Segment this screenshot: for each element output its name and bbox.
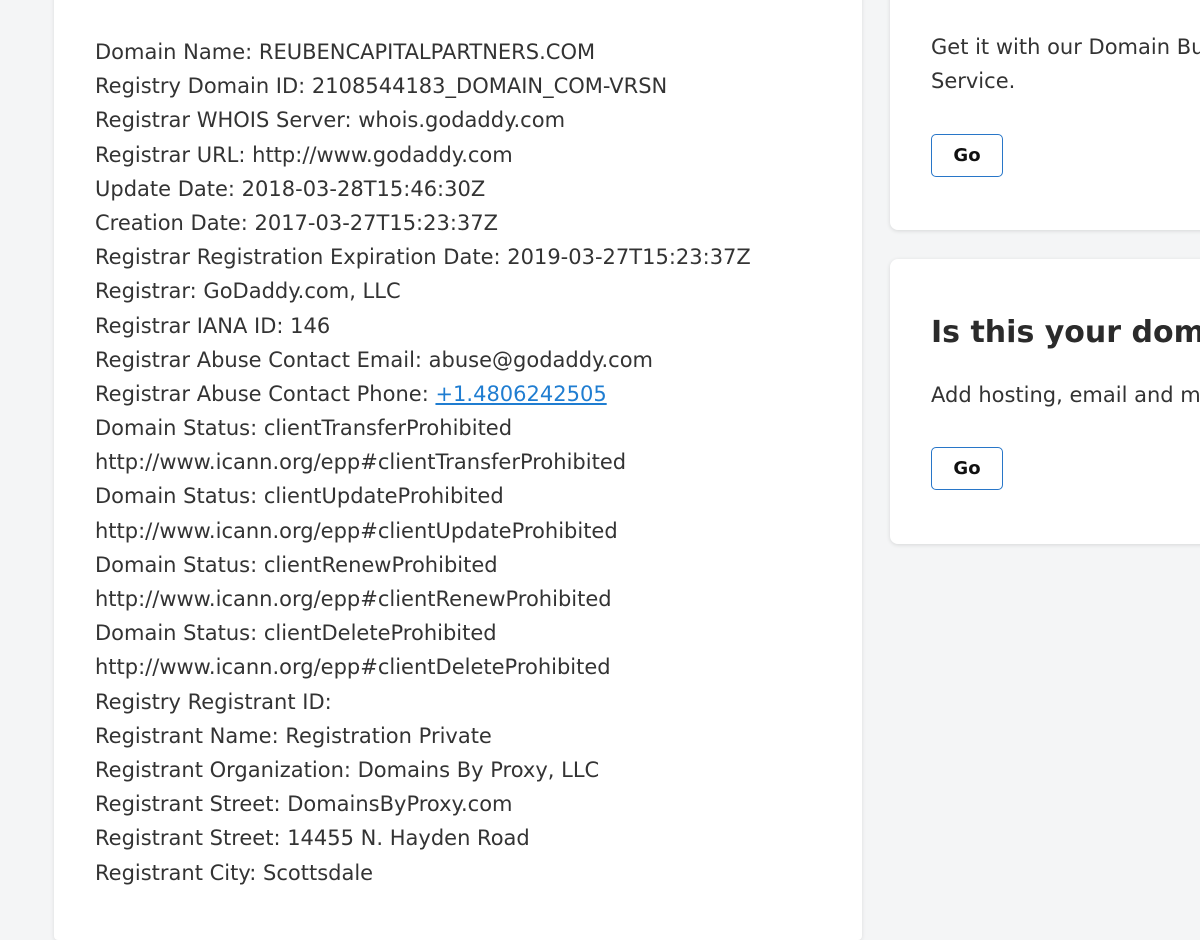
whois-line-registrant-street-2: Registrant Street: 14455 N. Hayden Road: [95, 826, 530, 851]
whois-line-registry-domain-id: Registry Domain ID: 2108544183_DOMAIN_CO…: [95, 74, 668, 99]
owner-card-go-button[interactable]: Go: [931, 447, 1003, 490]
whois-line-status-update: Domain Status: clientUpdateProhibited: [95, 484, 504, 509]
whois-line-domain-name: Domain Name: REUBENCAPITALPARTNERS.COM: [95, 40, 596, 64]
whois-line-abuse-email: Registrar Abuse Contact Email: abuse@god…: [95, 347, 654, 372]
whois-line-registrant-city: Registrant City: Scottsdale: [95, 860, 374, 885]
owner-card-text: Add hosting, email and mo: [931, 383, 1200, 407]
whois-line-status-transfer: Domain Status: clientTransferProhibited: [95, 416, 513, 441]
whois-line-registrant-org: Registrant Organization: Domains By Prox…: [95, 757, 600, 782]
whois-line-creation-date: Creation Date: 2017-03-27T15:23:37Z: [95, 210, 499, 235]
whois-line-status-update-url: http://www.icann.org/epp#clientUpdatePro…: [95, 518, 618, 543]
whois-line-status-renew-url: http://www.icann.org/epp#clientRenewProh…: [95, 587, 612, 611]
buy-service-text-line-2: Service.: [931, 69, 1016, 93]
abuse-phone-link[interactable]: +1.4806242505: [435, 382, 606, 406]
whois-line-iana-id: Registrar IANA ID: 146: [95, 313, 331, 338]
whois-record-list: Domain Name: REUBENCAPITALPARTNERS.COM R…: [95, 35, 751, 890]
buy-service-text-line-1: Get it with our Domain Buy: [931, 35, 1200, 59]
domain-buy-service-card: Get it with our Domain Buy Service. Go: [890, 0, 1200, 230]
whois-line-status-delete-url: http://www.icann.org/epp#clientDeletePro…: [95, 655, 611, 680]
whois-line-registrar-url: Registrar URL: http://www.godaddy.com: [95, 142, 513, 167]
domain-owner-card: Is this your domain Add hosting, email a…: [890, 259, 1200, 544]
owner-card-heading: Is this your domain: [931, 315, 1200, 350]
buy-service-go-button[interactable]: Go: [931, 134, 1003, 177]
whois-line-status-transfer-url: http://www.icann.org/epp#clientTransferP…: [95, 450, 627, 475]
whois-line-registrant-id: Registry Registrant ID:: [95, 689, 332, 714]
whois-line-registrant-name: Registrant Name: Registration Private: [95, 723, 492, 748]
whois-line-status-delete: Domain Status: clientDeleteProhibited: [95, 621, 497, 646]
whois-line-whois-server: Registrar WHOIS Server: whois.godaddy.co…: [95, 108, 566, 133]
whois-line-status-renew: Domain Status: clientRenewProhibited: [95, 552, 498, 577]
whois-line-expiration-date: Registrar Registration Expiration Date: …: [95, 245, 751, 270]
whois-line-update-date: Update Date: 2018-03-28T15:46:30Z: [95, 176, 486, 201]
whois-line-registrant-street-1: Registrant Street: DomainsByProxy.com: [95, 792, 513, 817]
whois-line-abuse-phone: Registrar Abuse Contact Phone: +1.480624…: [95, 377, 751, 411]
whois-line-registrar: Registrar: GoDaddy.com, LLC: [95, 279, 401, 304]
abuse-phone-label: Registrar Abuse Contact Phone:: [95, 381, 436, 406]
whois-record-card: Domain Name: REUBENCAPITALPARTNERS.COM R…: [54, 0, 862, 940]
